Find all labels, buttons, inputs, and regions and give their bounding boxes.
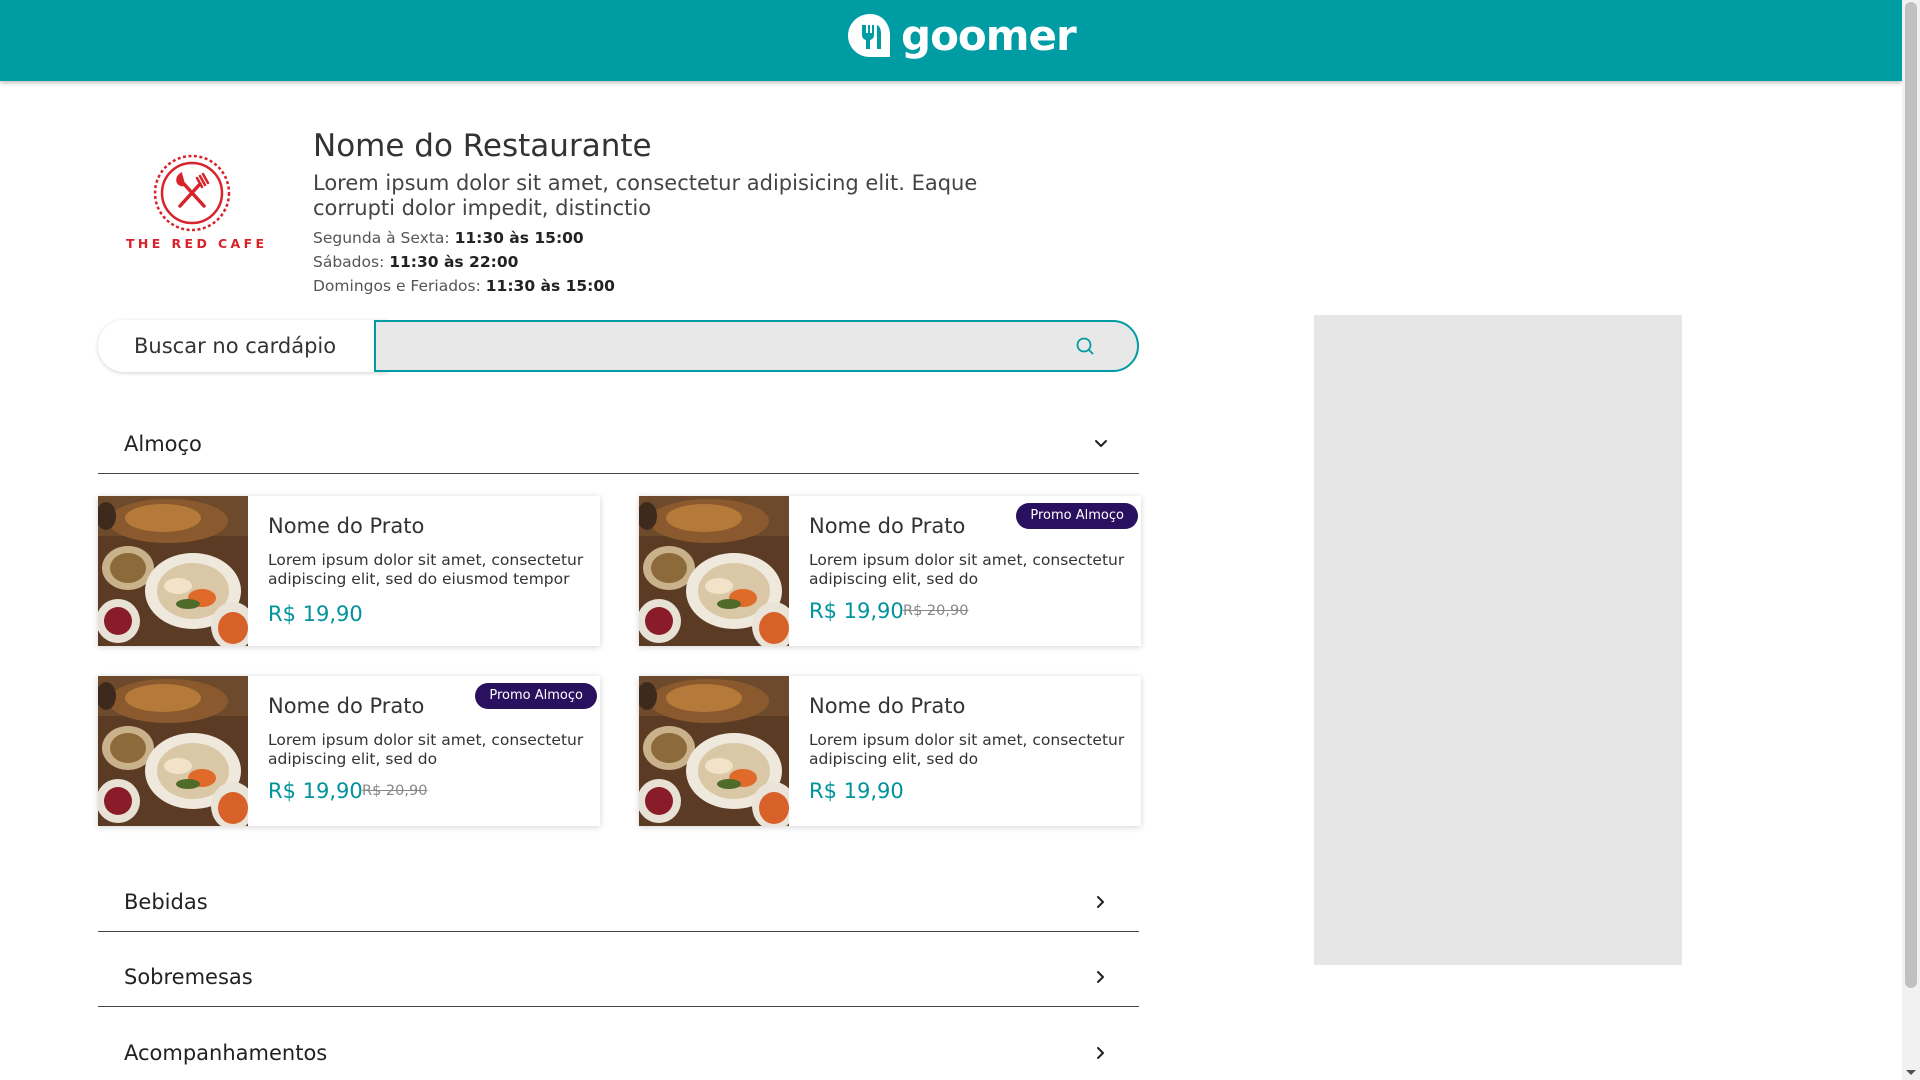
- category-label: Almoço: [124, 432, 202, 456]
- chevron-right-icon[interactable]: [1092, 968, 1110, 986]
- category-bebidas[interactable]: Bebidas: [98, 876, 1139, 932]
- dish-price: R$ 19,90: [809, 779, 904, 803]
- dish-image: [639, 496, 789, 646]
- page-scrollbar[interactable]: [1902, 0, 1920, 1080]
- hours-time: 11:30 às 15:00: [485, 277, 615, 295]
- dish-title: Nome do Prato: [268, 694, 425, 718]
- dish-description: Lorem ipsum dolor sit amet, consectetur …: [809, 551, 1125, 588]
- dish-card[interactable]: Nome do Prato Lorem ipsum dolor sit amet…: [98, 496, 600, 646]
- dish-card[interactable]: Nome do Prato Lorem ipsum dolor sit amet…: [639, 496, 1141, 646]
- dish-card[interactable]: Nome do Prato Lorem ipsum dolor sit amet…: [98, 676, 600, 826]
- restaurant-logo-text: THE RED CAFE: [126, 236, 268, 251]
- top-bar: goomer: [0, 0, 1902, 81]
- search-label: Buscar no cardápio: [98, 320, 388, 372]
- dish-title: Nome do Prato: [809, 694, 966, 718]
- hours-label: Sábados:: [313, 253, 390, 271]
- dish-description: Lorem ipsum dolor sit amet, consectetur …: [268, 731, 584, 768]
- chevron-right-icon[interactable]: [1092, 1044, 1110, 1062]
- hours-time: 11:30 às 22:00: [389, 253, 519, 271]
- dish-image: [98, 676, 248, 826]
- dish-price: R$ 19,90: [809, 599, 904, 623]
- dish-old-price: R$ 20,90: [903, 603, 969, 619]
- goomer-logo[interactable]: goomer: [845, 10, 1077, 62]
- category-label: Sobremesas: [124, 965, 253, 989]
- restaurant-name: Nome do Restaurante: [313, 128, 652, 164]
- hours-time: 11:30 às 15:00: [454, 229, 584, 247]
- category-label: Bebidas: [124, 890, 208, 914]
- search-icon[interactable]: [1075, 336, 1095, 356]
- hours-sundays-holidays: Domingos e Feriados: 11:30 às 15:00: [313, 277, 615, 295]
- dish-old-price: R$ 20,90: [362, 783, 428, 799]
- scrollbar-thumb[interactable]: [1905, 2, 1917, 988]
- menu-search: Buscar no cardápio: [98, 320, 1139, 372]
- dish-card[interactable]: Nome do Prato Lorem ipsum dolor sit amet…: [639, 676, 1141, 826]
- restaurant-description: Lorem ipsum dolor sit amet, consectetur …: [313, 171, 978, 220]
- dish-image: [98, 496, 248, 646]
- goomer-logo-icon: [848, 14, 890, 57]
- chevron-down-icon[interactable]: [1092, 435, 1110, 453]
- scroll-down-arrow-icon[interactable]: [1906, 1070, 1916, 1075]
- dish-description: Lorem ipsum dolor sit amet, consectetur …: [268, 551, 584, 588]
- search-input[interactable]: [374, 320, 1139, 372]
- dish-price: R$ 19,90: [268, 779, 363, 803]
- chevron-right-icon[interactable]: [1092, 893, 1110, 911]
- goomer-logo-text: goomer: [901, 11, 1077, 60]
- restaurant-logo: THE RED CAFE: [126, 150, 268, 260]
- hours-label: Segunda à Sexta:: [313, 229, 455, 247]
- dish-price: R$ 19,90: [268, 602, 363, 626]
- promo-badge: Promo Almoço: [475, 683, 597, 709]
- promo-badge: Promo Almoço: [1016, 503, 1138, 529]
- hours-weekdays: Segunda à Sexta: 11:30 às 15:00: [313, 229, 584, 247]
- fork-knife-icon: [153, 154, 231, 232]
- hours-label: Domingos e Feriados:: [313, 277, 486, 295]
- category-almoco[interactable]: Almoço: [98, 418, 1139, 474]
- category-label: Acompanhamentos: [124, 1041, 328, 1065]
- hours-saturday: Sábados: 11:30 às 22:00: [313, 253, 518, 271]
- dish-description: Lorem ipsum dolor sit amet, consectetur …: [809, 731, 1125, 768]
- dish-image: [639, 676, 789, 826]
- dish-title: Nome do Prato: [809, 514, 966, 538]
- category-acompanhamentos[interactable]: Acompanhamentos: [98, 1027, 1139, 1080]
- category-sobremesas[interactable]: Sobremesas: [98, 951, 1139, 1007]
- side-placeholder-box: [1314, 315, 1682, 965]
- dish-title: Nome do Prato: [268, 514, 425, 538]
